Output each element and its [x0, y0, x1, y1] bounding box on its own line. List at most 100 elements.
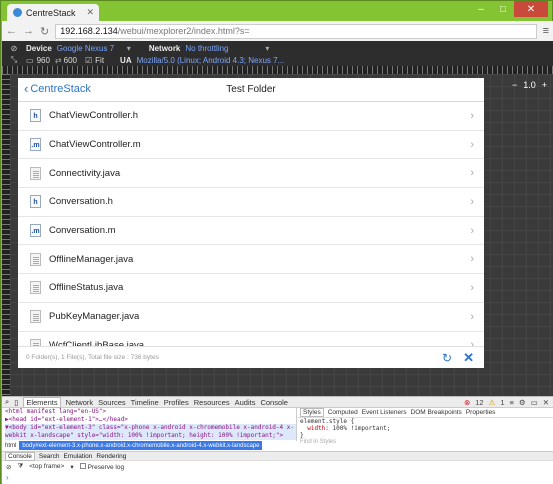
network-label: Network: [148, 43, 181, 53]
console-toggle-icon[interactable]: ≡: [509, 398, 513, 407]
list-item[interactable]: OfflineManager.java ›: [18, 245, 484, 275]
breadcrumb-html[interactable]: html: [2, 443, 19, 449]
breadcrumb-body[interactable]: body#ext-element-3.x-phone.x-android.x-c…: [19, 441, 263, 450]
browser-tab[interactable]: CentreStack ✕: [7, 4, 99, 21]
dom-line[interactable]: ▼<body id="ext-element-3" class="x-phone…: [5, 424, 296, 432]
forward-arrow-icon[interactable]: →: [23, 25, 34, 37]
search-icon[interactable]: ⌕: [5, 397, 9, 407]
list-item[interactable]: Connectivity.java ›: [18, 159, 484, 189]
drawer-tab-console[interactable]: Console: [5, 451, 35, 461]
file-name: Conversation.m: [49, 225, 116, 237]
list-item[interactable]: OfflineStatus.java ›: [18, 274, 484, 303]
tab-audits[interactable]: Audits: [235, 398, 256, 407]
list-item[interactable]: h ChatViewController.h ›: [18, 102, 484, 131]
app-header: ‹ CentreStack Test Folder: [18, 78, 484, 102]
tab-resources[interactable]: Resources: [194, 398, 230, 407]
sidebar-tab-properties[interactable]: Properties: [466, 409, 496, 416]
sidebar-tab-computed[interactable]: Computed: [328, 409, 358, 416]
height-input[interactable]: 600: [64, 56, 77, 65]
dom-line[interactable]: <html manifest lang="en-US">: [5, 408, 296, 416]
file-list: h ChatViewController.h › .m ChatViewControll…: [18, 102, 484, 346]
style-value[interactable]: 100% !important;: [333, 425, 391, 432]
warning-icon[interactable]: ⚠: [489, 398, 496, 407]
close-window-icon[interactable]: ✕: [514, 1, 548, 17]
chevron-left-icon: ‹: [24, 81, 29, 96]
back-button[interactable]: ‹ CentreStack: [24, 82, 91, 95]
list-item[interactable]: .m ChatViewController.m ›: [18, 131, 484, 160]
ua-input[interactable]: Mozilla/5.0 (Linux; Android 4.3; Nexus 7…: [137, 56, 285, 65]
drawer-tab-rendering[interactable]: Rendering: [96, 453, 126, 460]
sidebar-tab-event-listeners[interactable]: Event Listeners: [362, 409, 407, 416]
tab-timeline[interactable]: Timeline: [131, 398, 159, 407]
preserve-log-label: Preserve log: [87, 463, 125, 471]
drawer-tabs: Console Search Emulation Rendering: [2, 451, 553, 461]
clear-console-icon[interactable]: ⊘: [6, 463, 11, 471]
list-item[interactable]: .m Conversation.m ›: [18, 217, 484, 246]
tab-profiles[interactable]: Profiles: [164, 398, 189, 407]
device-dropdown-icon[interactable]: ▾: [127, 44, 131, 53]
device-select[interactable]: Google Nexus 7: [57, 44, 127, 53]
network-dropdown-icon[interactable]: ▾: [265, 44, 269, 53]
minimize-icon[interactable]: –: [470, 1, 492, 17]
zoom-in-button[interactable]: +: [542, 80, 547, 90]
resize-icon[interactable]: ⤡: [8, 55, 20, 65]
devtools-tabs: ⌕ ▯ Elements Network Sources Timeline Profil…: [2, 396, 553, 408]
tab-network[interactable]: Network: [66, 398, 94, 407]
file-icon: [30, 252, 41, 266]
style-prop[interactable]: width: [307, 425, 325, 432]
tab-elements[interactable]: Elements: [23, 396, 61, 408]
swap-icon[interactable]: ⇄: [55, 56, 62, 65]
dock-icon[interactable]: ▭: [531, 398, 538, 407]
mobile-icon[interactable]: ▯: [14, 398, 18, 407]
device-label: Device: [26, 43, 52, 53]
console-prompt[interactable]: ›: [6, 473, 9, 482]
file-name: Conversation.h: [49, 196, 113, 208]
sidebar-tabs: Styles Computed Event Listeners DOM Breakpo…: [297, 408, 553, 418]
dom-line[interactable]: webkit x-landscape" style="width: 100% !…: [5, 432, 296, 440]
width-input[interactable]: 960: [37, 56, 50, 65]
file-name: ChatViewController.m: [49, 139, 141, 151]
drawer-tab-emulation[interactable]: Emulation: [63, 453, 92, 460]
close-tab-icon[interactable]: ✕: [86, 7, 94, 18]
close-devtools-icon[interactable]: ✕: [543, 398, 549, 407]
sidebar-tab-dom-breakpoints[interactable]: DOM Breakpoints: [411, 409, 462, 416]
styles-sidebar: Styles Computed Event Listeners DOM Breakpo…: [296, 408, 553, 445]
back-arrow-icon[interactable]: ←: [6, 25, 17, 37]
drawer-tab-search[interactable]: Search: [39, 453, 60, 460]
fit-checkbox[interactable]: ☑: [85, 56, 92, 65]
fit-label: Fit: [95, 55, 105, 65]
list-item[interactable]: WcfClientLibBase.java ›: [18, 332, 484, 346]
no-entry-icon[interactable]: ⊘: [8, 44, 20, 53]
console-toolbar: ⊘ ⧩ <top frame> ▾ Preserve log: [2, 461, 553, 472]
tab-sources[interactable]: Sources: [98, 398, 126, 407]
settings-icon[interactable]: ⚙: [519, 398, 526, 407]
favicon-icon: [13, 8, 22, 17]
network-select[interactable]: No throttling: [185, 44, 265, 53]
close-icon[interactable]: ✕: [463, 350, 474, 366]
refresh-icon[interactable]: ↻: [442, 351, 452, 365]
file-icon: [30, 310, 41, 324]
error-count: 12: [475, 397, 484, 407]
frame-select[interactable]: <top frame>: [29, 463, 64, 470]
frame-dropdown-icon[interactable]: ▾: [70, 463, 73, 471]
url-input[interactable]: 192.168.2.134/webui/mexplorer2/index.htm…: [55, 23, 537, 39]
preserve-log-checkbox[interactable]: Preserve log: [79, 462, 125, 471]
list-item[interactable]: h Conversation.h ›: [18, 188, 484, 217]
browser-window: CentreStack ✕ – □ ✕ ← → ↻ 192.168.2.134/…: [0, 0, 553, 484]
filter-icon[interactable]: ⧩: [17, 463, 23, 471]
file-name: Connectivity.java: [49, 167, 121, 179]
address-bar: ← → ↻ 192.168.2.134/webui/mexplorer2/ind…: [2, 21, 553, 41]
error-icon[interactable]: ⊗: [464, 398, 470, 407]
reload-icon[interactable]: ↻: [40, 25, 49, 38]
tab-console[interactable]: Console: [260, 398, 288, 407]
chevron-right-icon: ›: [470, 339, 474, 346]
sidebar-tab-styles[interactable]: Styles: [300, 408, 324, 417]
ruler-top: [2, 66, 553, 74]
maximize-icon[interactable]: □: [492, 1, 514, 17]
zoom-out-button[interactable]: −: [512, 80, 517, 90]
list-item[interactable]: PubKeyManager.java ›: [18, 303, 484, 332]
dom-line[interactable]: ▶<head id="ext-element-1">…</head>: [5, 416, 296, 424]
footer-summary: 0 Folder(s), 1 File(s), Total file size …: [26, 354, 159, 361]
file-icon: .m: [30, 138, 41, 152]
menu-icon[interactable]: ≡: [543, 25, 549, 37]
